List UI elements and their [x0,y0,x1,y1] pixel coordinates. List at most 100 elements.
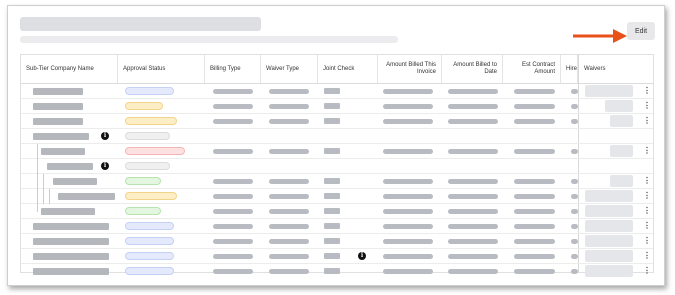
table-row[interactable]: ⋮ [21,99,653,114]
amount-this-invoice-placeholder [383,194,433,199]
billing-type-placeholder [213,179,253,184]
col-approval-status[interactable]: Approval Status [118,55,205,83]
hire-placeholder [571,104,578,109]
amount-this-invoice-placeholder [383,239,433,244]
edit-button[interactable]: Edit [627,22,655,40]
billing-type-placeholder [213,209,253,214]
hire-placeholder [571,179,578,184]
amount-this-invoice-placeholder [383,254,433,259]
col-billing-type[interactable]: Billing Type [205,55,261,83]
table-row[interactable]: ⋮ [21,174,653,189]
billing-type-placeholder [213,194,253,199]
more-vertical-icon[interactable]: ⋮ [643,236,651,246]
table-row[interactable]: ⋮ [21,264,653,279]
waiver-type-placeholder [269,224,309,229]
more-vertical-icon[interactable]: ⋮ [643,251,651,261]
col-amount-billed-to-date[interactable]: Amount Billed to Date [442,55,503,83]
hire-placeholder [571,149,578,154]
waiver-type-placeholder [269,269,309,274]
col-joint-check[interactable]: Joint Check [318,55,378,83]
more-vertical-icon[interactable]: ⋮ [643,266,651,276]
table-row[interactable]: ⋮ [21,204,653,219]
amount-this-invoice-placeholder [383,119,433,124]
waivers-placeholder [610,145,633,157]
hire-placeholder [571,194,578,199]
table-row[interactable]: ⋮ [21,144,653,159]
billing-type-placeholder [213,104,253,109]
joint-check-placeholder [324,103,340,109]
company-name-placeholder [47,163,93,170]
more-vertical-icon[interactable]: ⋮ [643,206,651,216]
tree-connector [37,174,38,189]
col-est-contract-amount[interactable]: Est Contract Amount [503,55,561,83]
est-contract-placeholder [514,194,555,199]
table-row[interactable]: ⋮ [21,114,653,129]
hire-placeholder [571,224,578,229]
joint-check-placeholder [324,193,340,199]
est-contract-placeholder [514,89,555,94]
hire-placeholder [571,254,578,259]
col-hire[interactable]: Hire [561,55,578,83]
table-row[interactable]: ⋮ [21,219,653,234]
est-contract-placeholder [514,104,555,109]
waiver-type-placeholder [269,254,309,259]
more-vertical-icon[interactable]: ⋮ [643,221,651,231]
status-pill-pending [125,117,177,125]
status-pill-rejected [125,147,185,155]
col-waiver-type[interactable]: Waiver Type [261,55,318,83]
amount-this-invoice-placeholder [383,149,433,154]
billing-type-placeholder [213,119,253,124]
hire-placeholder [571,209,578,214]
amount-to-date-placeholder [448,149,498,154]
table-row[interactable]: i [21,159,653,174]
amount-this-invoice-placeholder [383,209,433,214]
status-pill-submitted [125,87,174,95]
amount-to-date-placeholder [448,194,498,199]
joint-check-placeholder [324,238,340,244]
more-vertical-icon[interactable]: ⋮ [643,191,651,201]
waiver-type-placeholder [269,209,309,214]
waiver-type-placeholder [269,239,309,244]
more-vertical-icon[interactable]: ⋮ [643,101,651,111]
waiver-type-placeholder [269,119,309,124]
table-row[interactable]: ⋮ [21,234,653,249]
table-row[interactable]: i [21,129,653,144]
table-row[interactable]: ⋮ [21,189,653,204]
waiver-type-placeholder [269,149,309,154]
more-vertical-icon[interactable]: ⋮ [643,86,651,96]
info-icon[interactable]: i [101,162,109,170]
info-icon[interactable]: i [101,132,109,140]
company-name-placeholder [41,208,95,215]
more-vertical-icon[interactable]: ⋮ [643,146,651,156]
status-pill-approved [125,177,161,185]
tree-connector [43,174,44,189]
amount-to-date-placeholder [448,104,498,109]
joint-check-placeholder [324,223,340,229]
company-name-placeholder [33,118,83,125]
waivers-placeholder [585,205,633,217]
hire-placeholder [571,119,578,124]
col-subtier-company-name[interactable]: Sub-Tier Company Name [21,55,118,83]
est-contract-placeholder [514,224,555,229]
waivers-placeholder [585,265,633,277]
billing-type-placeholder [213,269,253,274]
est-contract-placeholder [514,209,555,214]
col-waivers[interactable]: Waivers [579,55,637,83]
subtier-table: Sub-Tier Company Name Approval Status Bi… [20,54,654,277]
col-amount-billed-this-invoice[interactable]: Amount Billed This Invoice [378,55,442,83]
joint-check-placeholder [324,88,340,94]
amount-to-date-placeholder [448,269,498,274]
est-contract-placeholder [514,254,555,259]
waivers-placeholder [585,235,633,247]
hire-placeholder [571,269,578,274]
table-row[interactable]: i ⋮ [21,249,653,264]
table-row[interactable]: ⋮ [21,84,653,99]
status-pill-submitted [125,252,174,260]
tree-connector [37,144,38,159]
info-icon[interactable]: i [358,252,366,260]
company-name-placeholder [53,178,97,185]
more-vertical-icon[interactable]: ⋮ [643,116,651,126]
status-pill-approved [125,207,161,215]
more-vertical-icon[interactable]: ⋮ [643,176,651,186]
waivers-placeholder [585,85,633,97]
